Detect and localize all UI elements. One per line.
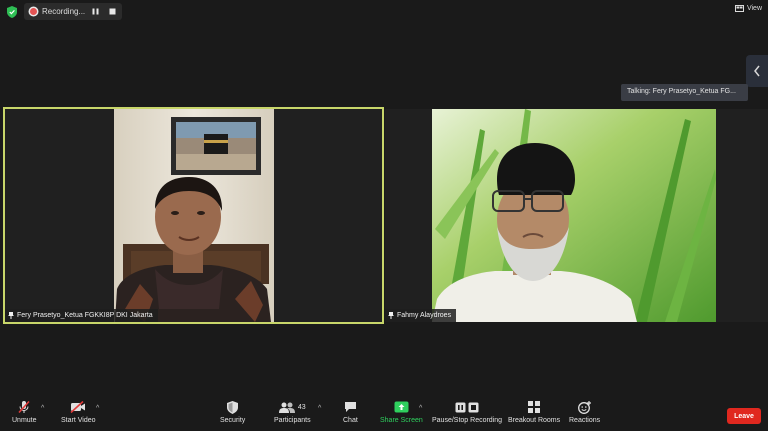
video-tile-active-speaker[interactable]: Fery Prasetyo_Ketua FGKKI8P DKI Jakarta: [3, 107, 384, 324]
view-button[interactable]: View: [734, 5, 762, 12]
participants-count: 43: [297, 403, 306, 411]
video-options-caret-icon[interactable]: ^: [96, 405, 99, 412]
reactions-label: Reactions: [569, 417, 601, 424]
participant-name-tag: Fahmy Alaydroes: [385, 309, 457, 322]
stop-recording-icon[interactable]: [106, 6, 118, 18]
security-shield-icon[interactable]: [7, 6, 17, 18]
participant-name-tag: Fery Prasetyo_Ketua FGKKI8P DKI Jakarta: [5, 309, 158, 322]
participants-label: Participants: [274, 417, 311, 424]
security-label: Security: [220, 417, 246, 424]
recording-indicator: Recording...: [24, 3, 122, 20]
video-camera-off-icon: [70, 400, 86, 414]
pause-stop-recording-button[interactable]: Pause/Stop Recording: [432, 400, 502, 424]
share-options-caret-icon[interactable]: ^: [419, 405, 422, 412]
video-tile-participant[interactable]: Fahmy Alaydroes: [385, 109, 768, 322]
start-video-label: Start Video: [61, 417, 96, 424]
side-panel-toggle[interactable]: [746, 55, 768, 87]
meeting-toolbar: Unmute ^ Start Video ^ Security 43 Parti…: [0, 396, 768, 431]
breakout-rooms-icon: [528, 400, 541, 414]
microphone-muted-icon: [17, 400, 31, 414]
share-screen-icon: [394, 400, 409, 414]
grid-view-icon: [734, 5, 744, 12]
audio-options-caret-icon[interactable]: ^: [41, 405, 44, 412]
pin-icon: [8, 312, 14, 319]
recording-dot-icon: [30, 8, 37, 15]
participants-icon: [278, 402, 295, 413]
security-button[interactable]: Security: [220, 400, 245, 424]
reactions-button[interactable]: Reactions: [569, 400, 600, 424]
stop-icon: [468, 402, 479, 412]
chat-button[interactable]: Chat: [343, 400, 358, 424]
recording-label: Recording...: [42, 7, 86, 16]
pause-icon: [455, 402, 466, 412]
reactions-smiley-icon: [577, 400, 592, 414]
participant-video-1: [5, 109, 382, 322]
breakout-rooms-label: Breakout Rooms: [508, 417, 561, 424]
pin-icon: [388, 312, 394, 319]
talking-indicator: Talking: Fery Prasetyo_Ketua FG...: [621, 84, 748, 101]
view-label: View: [746, 5, 762, 12]
participant-video-2: [385, 109, 768, 322]
recording-controls-icons: [455, 400, 479, 414]
participants-button[interactable]: 43 Participants: [274, 400, 311, 424]
chevron-left-icon: [754, 65, 760, 77]
pause-stop-recording-label: Pause/Stop Recording: [432, 417, 503, 424]
leave-button[interactable]: Leave: [727, 408, 761, 424]
share-screen-label: Share Screen: [380, 417, 423, 424]
share-screen-button[interactable]: Share Screen: [380, 400, 423, 424]
start-video-button[interactable]: Start Video: [61, 400, 96, 424]
top-bar: Recording... View: [0, 0, 768, 24]
chat-label: Chat: [343, 417, 358, 424]
unmute-button[interactable]: Unmute: [12, 400, 37, 424]
participant-name: Fery Prasetyo_Ketua FGKKI8P DKI Jakarta: [17, 312, 153, 319]
unmute-label: Unmute: [12, 417, 37, 424]
pause-recording-icon[interactable]: [89, 6, 101, 18]
breakout-rooms-button[interactable]: Breakout Rooms: [508, 400, 560, 424]
participants-icon-group: 43: [278, 400, 306, 414]
shield-icon: [227, 400, 239, 414]
participants-options-caret-icon[interactable]: ^: [318, 405, 321, 412]
participant-name: Fahmy Alaydroes: [397, 312, 452, 319]
chat-bubble-icon: [344, 400, 357, 414]
